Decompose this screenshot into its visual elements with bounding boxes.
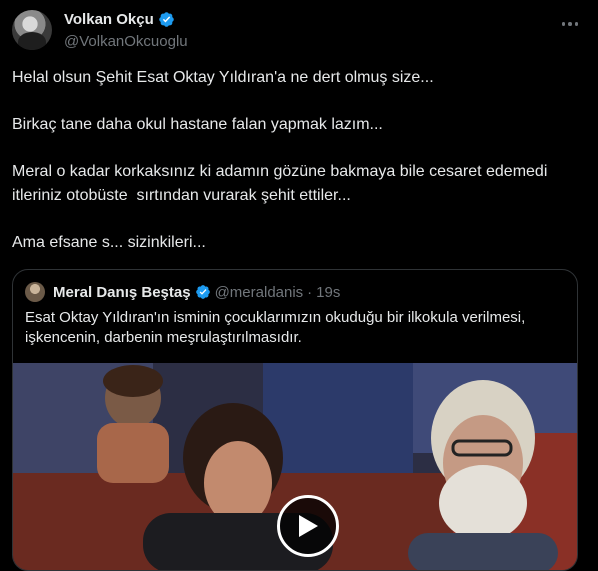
more-options-icon[interactable] <box>558 12 582 36</box>
tweet-text: Helal olsun Şehit Esat Oktay Yıldıran'a … <box>12 66 586 278</box>
tweet: Volkan Okçu @VolkanOkcuoglu Helal olsun … <box>0 0 598 571</box>
quoted-timestamp[interactable]: 19s <box>316 284 340 301</box>
quoted-author-handle[interactable]: @meraldanis <box>215 284 304 301</box>
verified-badge-icon <box>159 12 174 27</box>
author-avatar[interactable] <box>12 10 52 50</box>
quoted-separator: · <box>307 283 313 301</box>
play-triangle <box>299 515 318 537</box>
quoted-author-display-name[interactable]: Meral Danış Beştaş <box>53 284 191 301</box>
author-handle[interactable]: @VolkanOkcuoglu <box>64 33 188 50</box>
author-name-row: Volkan Okçu <box>64 11 175 28</box>
quoted-tweet-header: Meral Danış Beştaş @meraldanis · 19s <box>25 282 340 302</box>
tweet-paragraph-2: Birkaç tane daha okul hastane falan yapm… <box>12 116 383 133</box>
verified-badge-icon <box>195 285 210 299</box>
author-display-name[interactable]: Volkan Okçu <box>64 11 154 28</box>
quoted-video[interactable] <box>13 363 577 570</box>
tweet-paragraph-1: Helal olsun Şehit Esat Oktay Yıldıran'a … <box>12 69 434 86</box>
quoted-tweet[interactable]: Meral Danış Beştaş @meraldanis · 19s Esa… <box>12 269 578 571</box>
quoted-author-avatar[interactable] <box>25 282 45 302</box>
play-icon[interactable] <box>277 495 339 557</box>
tweet-paragraph-3: Meral o kadar korkaksınız ki adamın gözü… <box>12 163 552 204</box>
tweet-paragraph-4: Ama efsane s... sizinkileri... <box>12 234 206 251</box>
quoted-tweet-text: Esat Oktay Yıldıran'ın isminin çocukları… <box>25 309 526 346</box>
